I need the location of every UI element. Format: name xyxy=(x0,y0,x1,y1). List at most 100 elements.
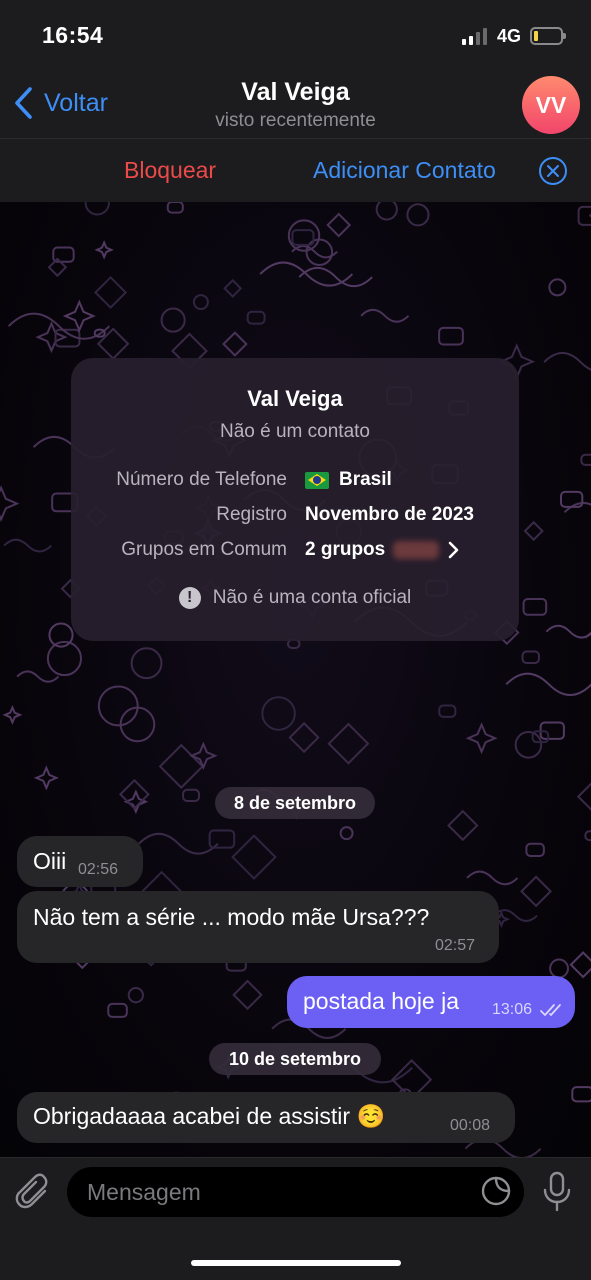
unofficial-account-note: ! Não é uma conta oficial xyxy=(71,587,519,609)
doodle-shape xyxy=(261,696,296,731)
doodle-shape xyxy=(182,788,201,802)
doodle-shape xyxy=(223,278,243,298)
doodle-shape xyxy=(525,842,545,857)
doodle-shape xyxy=(466,870,519,886)
incoming-message[interactable]: Obrigadaaaa acabei de assistir ☺️ 00:08 xyxy=(17,1092,515,1143)
date-separator: 8 de setembro xyxy=(215,787,375,819)
incoming-message[interactable]: Não tem a série ... modo mãe Ursa??? 02:… xyxy=(17,891,499,963)
doodle-shape xyxy=(560,490,584,508)
outgoing-message[interactable]: postada hoje ja 13:06 xyxy=(287,976,575,1028)
doodle-shape xyxy=(0,485,20,522)
doodle-shape xyxy=(521,650,540,665)
date-separator: 10 de setembro xyxy=(209,1043,381,1075)
battery-icon xyxy=(530,27,566,45)
doodle-shape xyxy=(138,832,219,855)
microphone-icon[interactable] xyxy=(540,1171,574,1213)
doodle-shape xyxy=(208,829,236,849)
doodle-shape xyxy=(569,951,591,979)
exclamation-icon: ! xyxy=(178,587,201,609)
doodle-shape xyxy=(549,958,570,979)
message-time: 02:57 xyxy=(435,937,476,954)
home-indicator xyxy=(191,1260,401,1266)
doodle-shape xyxy=(520,875,553,908)
phone-value: Brasil xyxy=(305,469,392,491)
last-seen-status: visto recentemente xyxy=(215,110,376,131)
sticker-icon[interactable] xyxy=(480,1175,512,1207)
doodle-shape xyxy=(406,203,430,227)
doodle-shape xyxy=(189,741,218,770)
doodle-shape xyxy=(438,704,457,718)
doodle-shape xyxy=(522,597,548,616)
signal-bar xyxy=(483,28,487,45)
registration-row: Registro Novembro de 2023 xyxy=(71,504,519,530)
doodle-shape xyxy=(84,202,110,216)
avatar[interactable]: VV xyxy=(522,76,580,134)
doodle-shape xyxy=(107,1002,128,1018)
chevron-right-icon xyxy=(448,541,459,559)
common-groups-row[interactable]: Grupos em Comum 2 grupos xyxy=(71,539,519,565)
doodle-shape xyxy=(545,624,591,639)
doodle-shape xyxy=(465,722,498,755)
doodle-shape xyxy=(576,782,591,811)
battery-level xyxy=(534,31,538,41)
common-groups-count: 2 grupos xyxy=(305,539,386,560)
message-input[interactable] xyxy=(67,1167,524,1217)
doodle-shape xyxy=(514,731,543,759)
doodle-shape xyxy=(160,307,186,333)
message-time: 02:56 xyxy=(78,861,119,878)
doodle-shape xyxy=(375,202,398,221)
chat-title[interactable]: Val Veiga xyxy=(0,78,591,107)
doodle-shape xyxy=(62,299,96,333)
signal-bar xyxy=(469,36,473,45)
doodle-shape xyxy=(523,520,544,542)
message-text: postada hoje ja xyxy=(303,988,460,1014)
doodle-shape xyxy=(97,685,139,727)
message-text: Oiii xyxy=(33,848,67,874)
doodle-shape xyxy=(3,538,53,553)
doodle-shape xyxy=(232,979,263,1011)
close-circle-icon[interactable] xyxy=(538,156,568,186)
signal-bar xyxy=(462,39,466,45)
doodle-shape xyxy=(447,809,479,842)
doodle-shape xyxy=(571,1086,591,1103)
doodle-shape xyxy=(130,647,163,680)
doodle-shape xyxy=(166,202,184,214)
signal-strength-icon xyxy=(462,28,487,45)
common-groups-value[interactable]: 2 grupos xyxy=(305,539,459,561)
doodle-shape xyxy=(246,310,266,325)
note-text: Não é uma conta oficial xyxy=(212,587,412,608)
doodle-shape xyxy=(16,670,60,683)
doodle-shape xyxy=(231,834,277,880)
doodle-shape xyxy=(158,743,204,790)
network-type: 4G xyxy=(497,26,522,46)
registration-value: Novembro de 2023 xyxy=(305,504,474,525)
doodle-shape xyxy=(360,308,410,323)
phone-row: Número de Telefone Brasil xyxy=(71,469,519,495)
contact-info-card: Val Veiga Não é um contato Número de Tel… xyxy=(71,358,519,641)
doodle-shape xyxy=(94,275,128,310)
doodle-shape xyxy=(438,326,464,346)
doodle-shape xyxy=(580,453,591,466)
doodle-shape xyxy=(222,331,248,357)
message-time: 13:06 xyxy=(492,1001,533,1018)
message-text: Obrigadaaaa acabei de assistir ☺️ xyxy=(33,1103,386,1129)
message-composer xyxy=(0,1157,591,1280)
add-contact-button[interactable]: Adicionar Contato xyxy=(313,157,496,184)
common-groups-label: Grupos em Comum xyxy=(121,539,287,560)
block-button[interactable]: Bloquear xyxy=(124,157,216,184)
card-contact-name: Val Veiga xyxy=(247,386,343,411)
chat-screen: 16:54 4G Voltar Val Veiga visto recentem… xyxy=(0,0,591,1280)
doodle-shape xyxy=(563,501,591,514)
brazil-flag-icon xyxy=(305,471,329,489)
doodle-shape xyxy=(94,240,114,260)
doodle-shape xyxy=(505,672,591,696)
doodle-shape xyxy=(339,826,354,841)
doodle-shape xyxy=(548,278,567,297)
incoming-message[interactable]: Oiii 02:56 xyxy=(17,836,143,887)
paperclip-icon[interactable] xyxy=(15,1173,53,1213)
doodle-shape xyxy=(584,631,591,639)
card-contact-status: Não é um contato xyxy=(220,421,370,442)
doodle-shape xyxy=(326,212,352,238)
phone-country: Brasil xyxy=(339,469,392,490)
doodle-shape xyxy=(286,638,301,650)
